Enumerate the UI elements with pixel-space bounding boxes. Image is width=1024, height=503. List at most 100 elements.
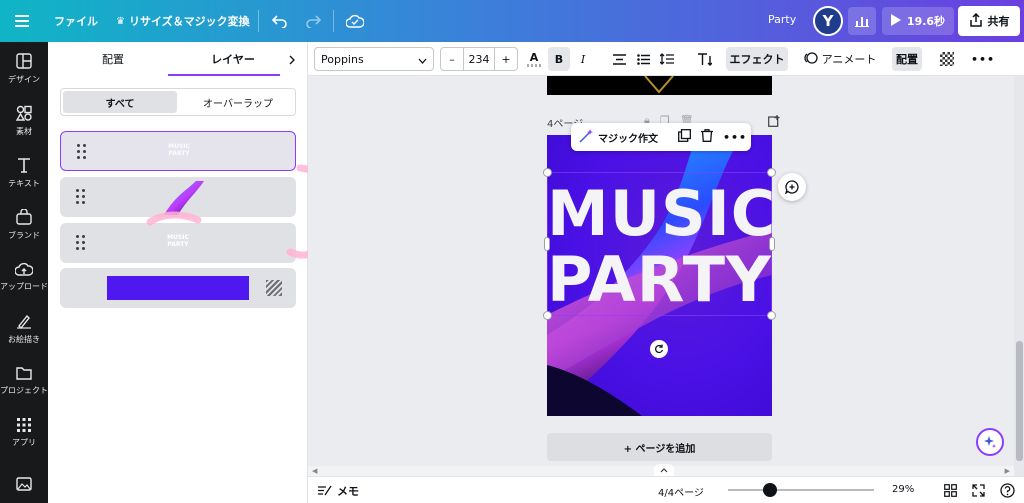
divider (258, 10, 259, 32)
zoom-label[interactable]: 29% (892, 484, 914, 495)
cloud-saved-icon[interactable] (344, 11, 366, 31)
vertical-scrollbar[interactable] (1014, 76, 1024, 476)
filter-all-button[interactable]: すべて (63, 91, 177, 113)
undo-icon[interactable] (270, 11, 290, 31)
decrease-font-button[interactable]: – (441, 53, 463, 66)
layer-filter-toggle: すべて オーバーラップ (60, 88, 296, 116)
resize-handle[interactable] (543, 168, 552, 177)
file-menu-label: ファイル (54, 15, 98, 28)
rail-item-label: テキスト (8, 179, 40, 188)
menu-icon[interactable] (12, 12, 32, 30)
scroll-left-icon[interactable]: ◀ (312, 467, 317, 475)
delete-icon[interactable] (701, 129, 713, 145)
resize-handle[interactable] (767, 168, 776, 177)
color-swatch (527, 63, 541, 67)
resize-handle[interactable] (544, 237, 550, 251)
apps-icon (17, 418, 31, 434)
more-options-icon[interactable]: ••• (723, 131, 747, 144)
italic-button[interactable]: I (572, 47, 594, 71)
comment-icon[interactable] (778, 173, 806, 201)
rail-item-label: アプリ (12, 438, 36, 447)
insights-icon[interactable] (848, 7, 876, 35)
resize-handle[interactable] (543, 311, 552, 320)
rail-item-draw[interactable]: お絵描き (0, 306, 48, 352)
animate-button[interactable]: アニメート (802, 47, 878, 71)
bottom-bar: メモ 4/4ページ 29% (308, 476, 1024, 503)
align-center-icon[interactable] (608, 47, 630, 71)
font-size-input[interactable]: 234 (463, 48, 495, 70)
tab-position[interactable]: 配置 (48, 42, 178, 76)
project-name[interactable]: Party (768, 13, 796, 26)
resize-handle[interactable] (769, 237, 775, 251)
spacing-icon[interactable] (656, 47, 678, 71)
chevron-down-icon (418, 54, 427, 67)
brand-icon (16, 208, 32, 227)
filter-overlap-button[interactable]: オーバーラップ (181, 91, 295, 113)
list-icon[interactable] (632, 47, 654, 71)
share-button[interactable]: 共有 (958, 6, 1020, 36)
magic-wand-icon (579, 128, 593, 146)
file-menu[interactable]: ファイル (54, 13, 98, 29)
vertical-text-icon[interactable] (694, 47, 716, 71)
rail-item-design[interactable]: デザイン (0, 46, 48, 92)
zoom-slider[interactable] (728, 483, 874, 497)
add-page-icon[interactable] (766, 113, 782, 129)
position-button[interactable]: 配置 (892, 47, 922, 71)
bold-button[interactable]: B (548, 47, 570, 71)
rotate-icon[interactable] (650, 340, 668, 358)
notes-button[interactable]: メモ (318, 483, 359, 499)
upload-icon (14, 262, 34, 278)
notes-label: メモ (337, 485, 359, 498)
drag-handle-icon[interactable] (76, 189, 86, 205)
poster-title-line2[interactable]: PARTY (547, 243, 772, 316)
layer-thumbnail-text: MUSIC PARTY (168, 143, 190, 157)
chevron-right-icon[interactable] (286, 54, 298, 66)
rail-item-photos[interactable] (0, 470, 48, 500)
add-page-button[interactable]: + ページを追加 (547, 433, 772, 461)
resize-handle[interactable] (767, 311, 776, 320)
scrollbar-thumb[interactable] (1016, 341, 1023, 461)
font-selector[interactable]: Poppins (314, 47, 434, 71)
layer-thumbnail-background (107, 276, 249, 300)
floating-toolbar: マジック作文 ••• (571, 123, 751, 151)
fullscreen-icon[interactable] (970, 482, 986, 498)
increase-font-button[interactable]: + (495, 53, 517, 66)
rail-item-projects[interactable]: プロジェクト (0, 358, 48, 404)
rail-item-elements[interactable]: 素材 (0, 98, 48, 144)
effects-button[interactable]: エフェクト (726, 47, 788, 71)
animate-icon (804, 51, 818, 67)
zoom-slider-thumb[interactable] (763, 483, 777, 497)
design-page[interactable]: MUSIC PARTY (547, 135, 772, 416)
more-options-icon[interactable]: ••• (971, 47, 994, 71)
poster-title-line1[interactable]: MUSIC (547, 177, 772, 250)
rail-item-text[interactable]: テキスト (0, 150, 48, 196)
folder-icon (16, 366, 32, 382)
magic-assistant-icon[interactable] (976, 428, 1004, 456)
layer-item-background[interactable] (60, 268, 296, 308)
rail-item-label: お絵描き (8, 335, 40, 344)
rail-item-apps[interactable]: アプリ (0, 410, 48, 456)
text-color-button[interactable]: A (524, 47, 544, 71)
present-button[interactable]: 19.6秒 (882, 7, 954, 35)
transparency-icon[interactable] (936, 47, 958, 71)
duplicate-icon[interactable] (678, 129, 691, 145)
redo-icon[interactable] (303, 11, 323, 31)
chevron-up-icon[interactable] (654, 464, 674, 476)
magic-write-button[interactable]: マジック作文 (598, 130, 658, 145)
text-icon (16, 157, 32, 175)
rail-item-label: アップロード (0, 282, 48, 291)
active-tab-indicator (168, 74, 280, 76)
help-icon[interactable] (998, 481, 1016, 499)
tab-layers[interactable]: レイヤー (168, 42, 298, 76)
page-indicator[interactable]: 4/4ページ (658, 484, 704, 499)
share-icon (969, 12, 983, 30)
scroll-right-icon[interactable]: ▶ (1005, 467, 1010, 475)
layout-icon (16, 53, 32, 71)
shapes-icon (15, 105, 32, 123)
grid-view-icon[interactable] (942, 482, 958, 498)
avatar[interactable]: Y (813, 6, 843, 36)
resize-button[interactable]: ♛ リサイズ＆マジック変換 (116, 13, 250, 29)
rail-item-uploads[interactable]: アップロード (0, 254, 48, 300)
rail-item-brand[interactable]: ブランド (0, 202, 48, 248)
rail-item-label: プロジェクト (0, 386, 48, 395)
